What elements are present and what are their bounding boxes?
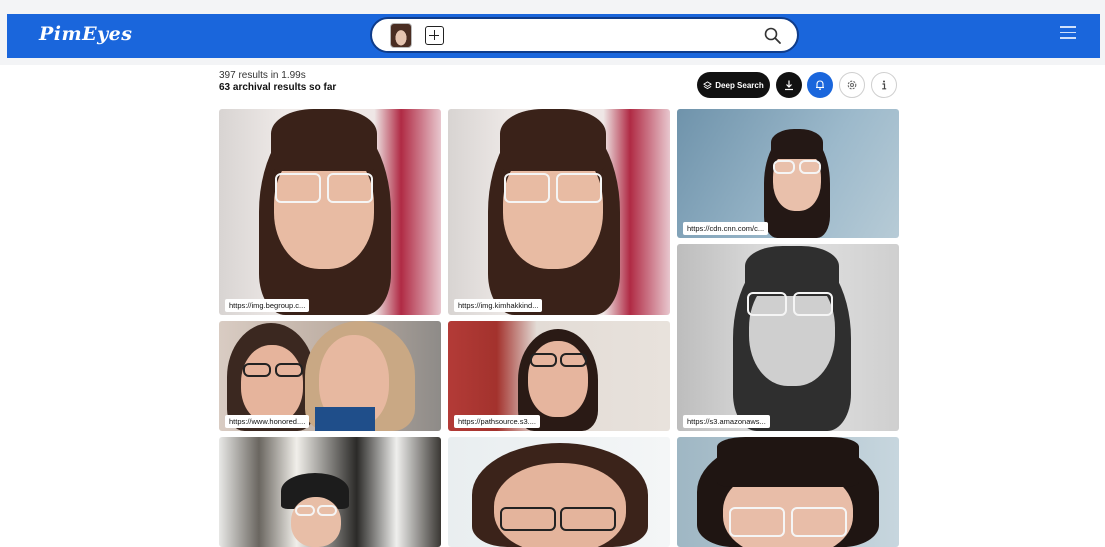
download-icon	[785, 80, 793, 91]
source-url[interactable]: https://img.kimhakkind...	[454, 299, 543, 312]
deep-search-button[interactable]: Deep Search	[697, 72, 770, 98]
results-summary: 397 results in 1.99s 63 archival results…	[219, 70, 336, 93]
source-url[interactable]: https://pathsource.s3....	[454, 415, 540, 428]
add-photo-button[interactable]	[425, 26, 444, 45]
search-bar[interactable]	[370, 17, 799, 53]
glasses	[799, 160, 821, 174]
bangs	[771, 129, 823, 159]
glasses	[556, 173, 602, 203]
glasses	[500, 507, 556, 531]
glasses	[729, 507, 785, 537]
shirt	[315, 407, 375, 431]
top-area: PimEyes	[0, 0, 1105, 65]
navbar: PimEyes	[7, 14, 1100, 58]
result-card[interactable]	[219, 437, 441, 547]
glasses	[243, 363, 271, 377]
alerts-button[interactable]	[807, 72, 833, 98]
uploaded-face-thumbnail[interactable]	[390, 23, 412, 48]
face-image	[494, 463, 626, 547]
source-url[interactable]: https://s3.amazonaws...	[683, 415, 770, 428]
glasses	[560, 353, 587, 367]
result-card[interactable]: https://s3.amazonaws...	[677, 244, 899, 431]
logo[interactable]: PimEyes	[39, 23, 132, 45]
result-card[interactable]: https://cdn.cnn.com/c...	[677, 109, 899, 238]
bell-icon	[816, 80, 824, 91]
menu-icon[interactable]	[1060, 26, 1076, 40]
glasses	[530, 353, 557, 367]
glasses	[317, 505, 337, 516]
glasses	[275, 173, 321, 203]
results-count: 397 results in 1.99s	[219, 70, 306, 81]
bangs	[717, 437, 859, 487]
result-card[interactable]	[448, 437, 670, 547]
deep-search-label: Deep Search	[715, 80, 764, 90]
glasses	[295, 505, 315, 516]
bangs	[271, 109, 377, 171]
result-card[interactable]: https://img.begroup.c...	[219, 109, 441, 315]
result-card[interactable]: https://pathsource.s3....	[448, 321, 670, 431]
glasses	[747, 292, 787, 316]
glasses	[275, 363, 303, 377]
bangs	[500, 109, 606, 171]
archival-count: 63 archival results so far	[219, 82, 337, 93]
source-url[interactable]: https://img.begroup.c...	[225, 299, 310, 312]
gear-icon	[847, 80, 857, 90]
info-button[interactable]	[871, 72, 897, 98]
glasses	[560, 507, 616, 531]
info-icon	[882, 80, 887, 90]
glasses	[793, 292, 833, 316]
glasses	[327, 173, 373, 203]
layers-icon	[703, 80, 713, 89]
download-button[interactable]	[776, 72, 802, 98]
glasses	[773, 160, 795, 174]
bangs	[745, 246, 839, 296]
result-card[interactable]: https://www.honored....	[219, 321, 441, 431]
result-card[interactable]: https://img.kimhakkind...	[448, 109, 670, 315]
face-image	[241, 345, 303, 423]
settings-button[interactable]	[839, 72, 865, 98]
glasses	[791, 507, 847, 537]
glasses	[504, 173, 550, 203]
search-icon[interactable]	[763, 26, 783, 46]
source-url[interactable]: https://www.honored....	[225, 415, 310, 428]
result-card[interactable]	[677, 437, 899, 547]
source-url[interactable]: https://cdn.cnn.com/c...	[683, 222, 769, 235]
